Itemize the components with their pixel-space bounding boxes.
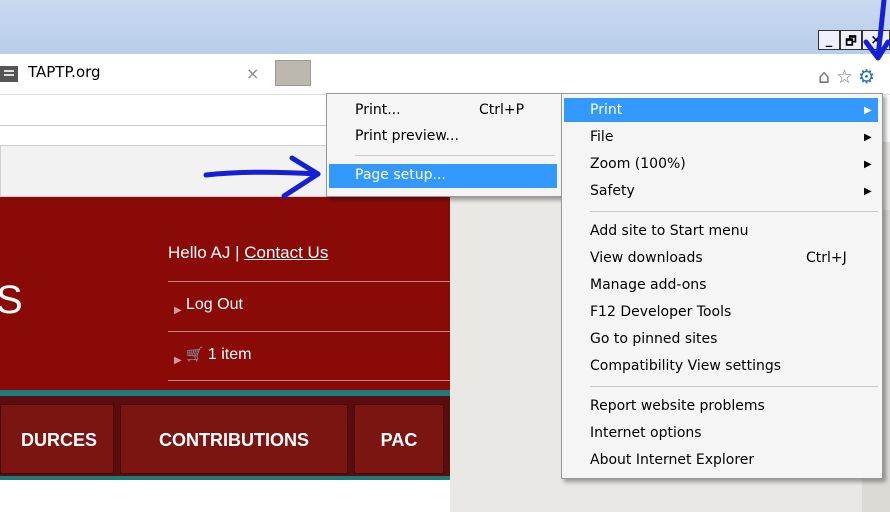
annotation-arrow-tools — [863, 0, 890, 61]
annotation-arrow-page-setup — [203, 155, 321, 199]
annotation-overlay — [203, 0, 890, 199]
